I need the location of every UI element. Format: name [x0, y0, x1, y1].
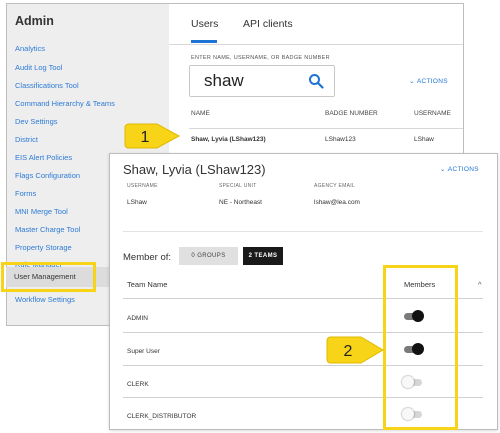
- actions-label: ACTIONS: [416, 78, 448, 85]
- team-name-clerk: CLERK: [127, 381, 149, 388]
- field-label-special-unit: SPECIAL UNIT: [219, 183, 257, 189]
- team-name-super-user: Super User: [127, 348, 160, 355]
- col-header-name[interactable]: NAME: [191, 110, 210, 117]
- sidebar-title: Admin: [15, 14, 54, 28]
- sidebar-item-master-charge-tool[interactable]: Master Charge Tool: [15, 225, 80, 234]
- user-row-username: LShaw: [414, 136, 434, 143]
- sidebar-item-workflow-settings[interactable]: Workflow Settings: [15, 295, 75, 304]
- user-detail-title: Shaw, Lyvia (LShaw123): [123, 162, 266, 177]
- actions-button[interactable]: ⌄ ACTIONS: [409, 77, 448, 85]
- chevron-down-icon: ⌄: [409, 78, 417, 85]
- sidebar-item-forms[interactable]: Forms: [15, 189, 36, 198]
- callout-1: 1: [124, 123, 181, 149]
- team-name-admin: ADMIN: [127, 315, 148, 322]
- search-icon[interactable]: [308, 73, 324, 89]
- detail-actions-label: ACTIONS: [447, 166, 479, 173]
- sidebar-item-flags-configuration[interactable]: Flags Configuration: [15, 171, 80, 180]
- tabs-divider: [169, 44, 463, 45]
- sidebar-item-audit-log-tool[interactable]: Audit Log Tool: [15, 63, 62, 72]
- field-value-special-unit: NE - Northeast: [219, 199, 262, 206]
- tab-users[interactable]: Users: [191, 18, 218, 30]
- member-of-label: Member of:: [123, 252, 172, 263]
- sidebar-item-dev-settings[interactable]: Dev Settings: [15, 117, 58, 126]
- sidebar-item-property-storage[interactable]: Property Storage: [15, 243, 72, 252]
- user-row-name[interactable]: Shaw, Lyvia (LShaw123): [191, 136, 266, 143]
- groups-button[interactable]: 0 GROUPS: [179, 247, 238, 265]
- search-value: shaw: [204, 71, 244, 90]
- search-label: ENTER NAME, USERNAME, OR BADGE NUMBER: [191, 55, 330, 61]
- callout-1-number: 1: [141, 129, 150, 146]
- sidebar-item-classifications-tool[interactable]: Classifications Tool: [15, 81, 79, 90]
- sidebar-item-district[interactable]: District: [15, 135, 38, 144]
- teams-button[interactable]: 2 TEAMS: [243, 247, 283, 265]
- field-label-username: USERNAME: [127, 183, 158, 189]
- field-value-username: LShaw: [127, 199, 147, 206]
- highlight-user-management: [1, 262, 96, 292]
- chevron-down-icon: ⌄: [440, 166, 448, 173]
- info-divider: [123, 231, 483, 232]
- sidebar-item-mni-merge-tool[interactable]: MNI Merge Tool: [15, 207, 68, 216]
- sidebar-item-eis-alert-policies[interactable]: EIS Alert Policies: [15, 153, 72, 162]
- col-header-team-name[interactable]: Team Name: [127, 280, 167, 289]
- sort-up-icon[interactable]: ^: [478, 280, 482, 289]
- table-header-divider: [189, 128, 463, 129]
- sidebar-item-command-hierarchy[interactable]: Command Hierarchy & Teams: [15, 99, 115, 108]
- callout-2-number: 2: [344, 343, 353, 360]
- detail-actions-button[interactable]: ⌄ ACTIONS: [440, 165, 479, 173]
- field-label-agency-email: AGENCY EMAIL: [314, 183, 356, 189]
- search-input[interactable]: shaw: [189, 65, 335, 97]
- active-tab-indicator: [191, 40, 217, 43]
- col-header-username[interactable]: USERNAME: [414, 110, 451, 117]
- col-header-badge[interactable]: BADGE NUMBER: [325, 110, 378, 117]
- user-row-badge: LShaw123: [325, 136, 356, 143]
- field-value-agency-email: lshaw@lea.com: [314, 199, 360, 206]
- tab-api-clients[interactable]: API clients: [243, 18, 293, 30]
- team-name-clerk-distributor: CLERK_DISTRIBUTOR: [127, 413, 197, 420]
- sidebar-item-analytics[interactable]: Analytics: [15, 44, 45, 53]
- callout-2: 2: [326, 336, 384, 364]
- highlight-members-column: [383, 265, 458, 430]
